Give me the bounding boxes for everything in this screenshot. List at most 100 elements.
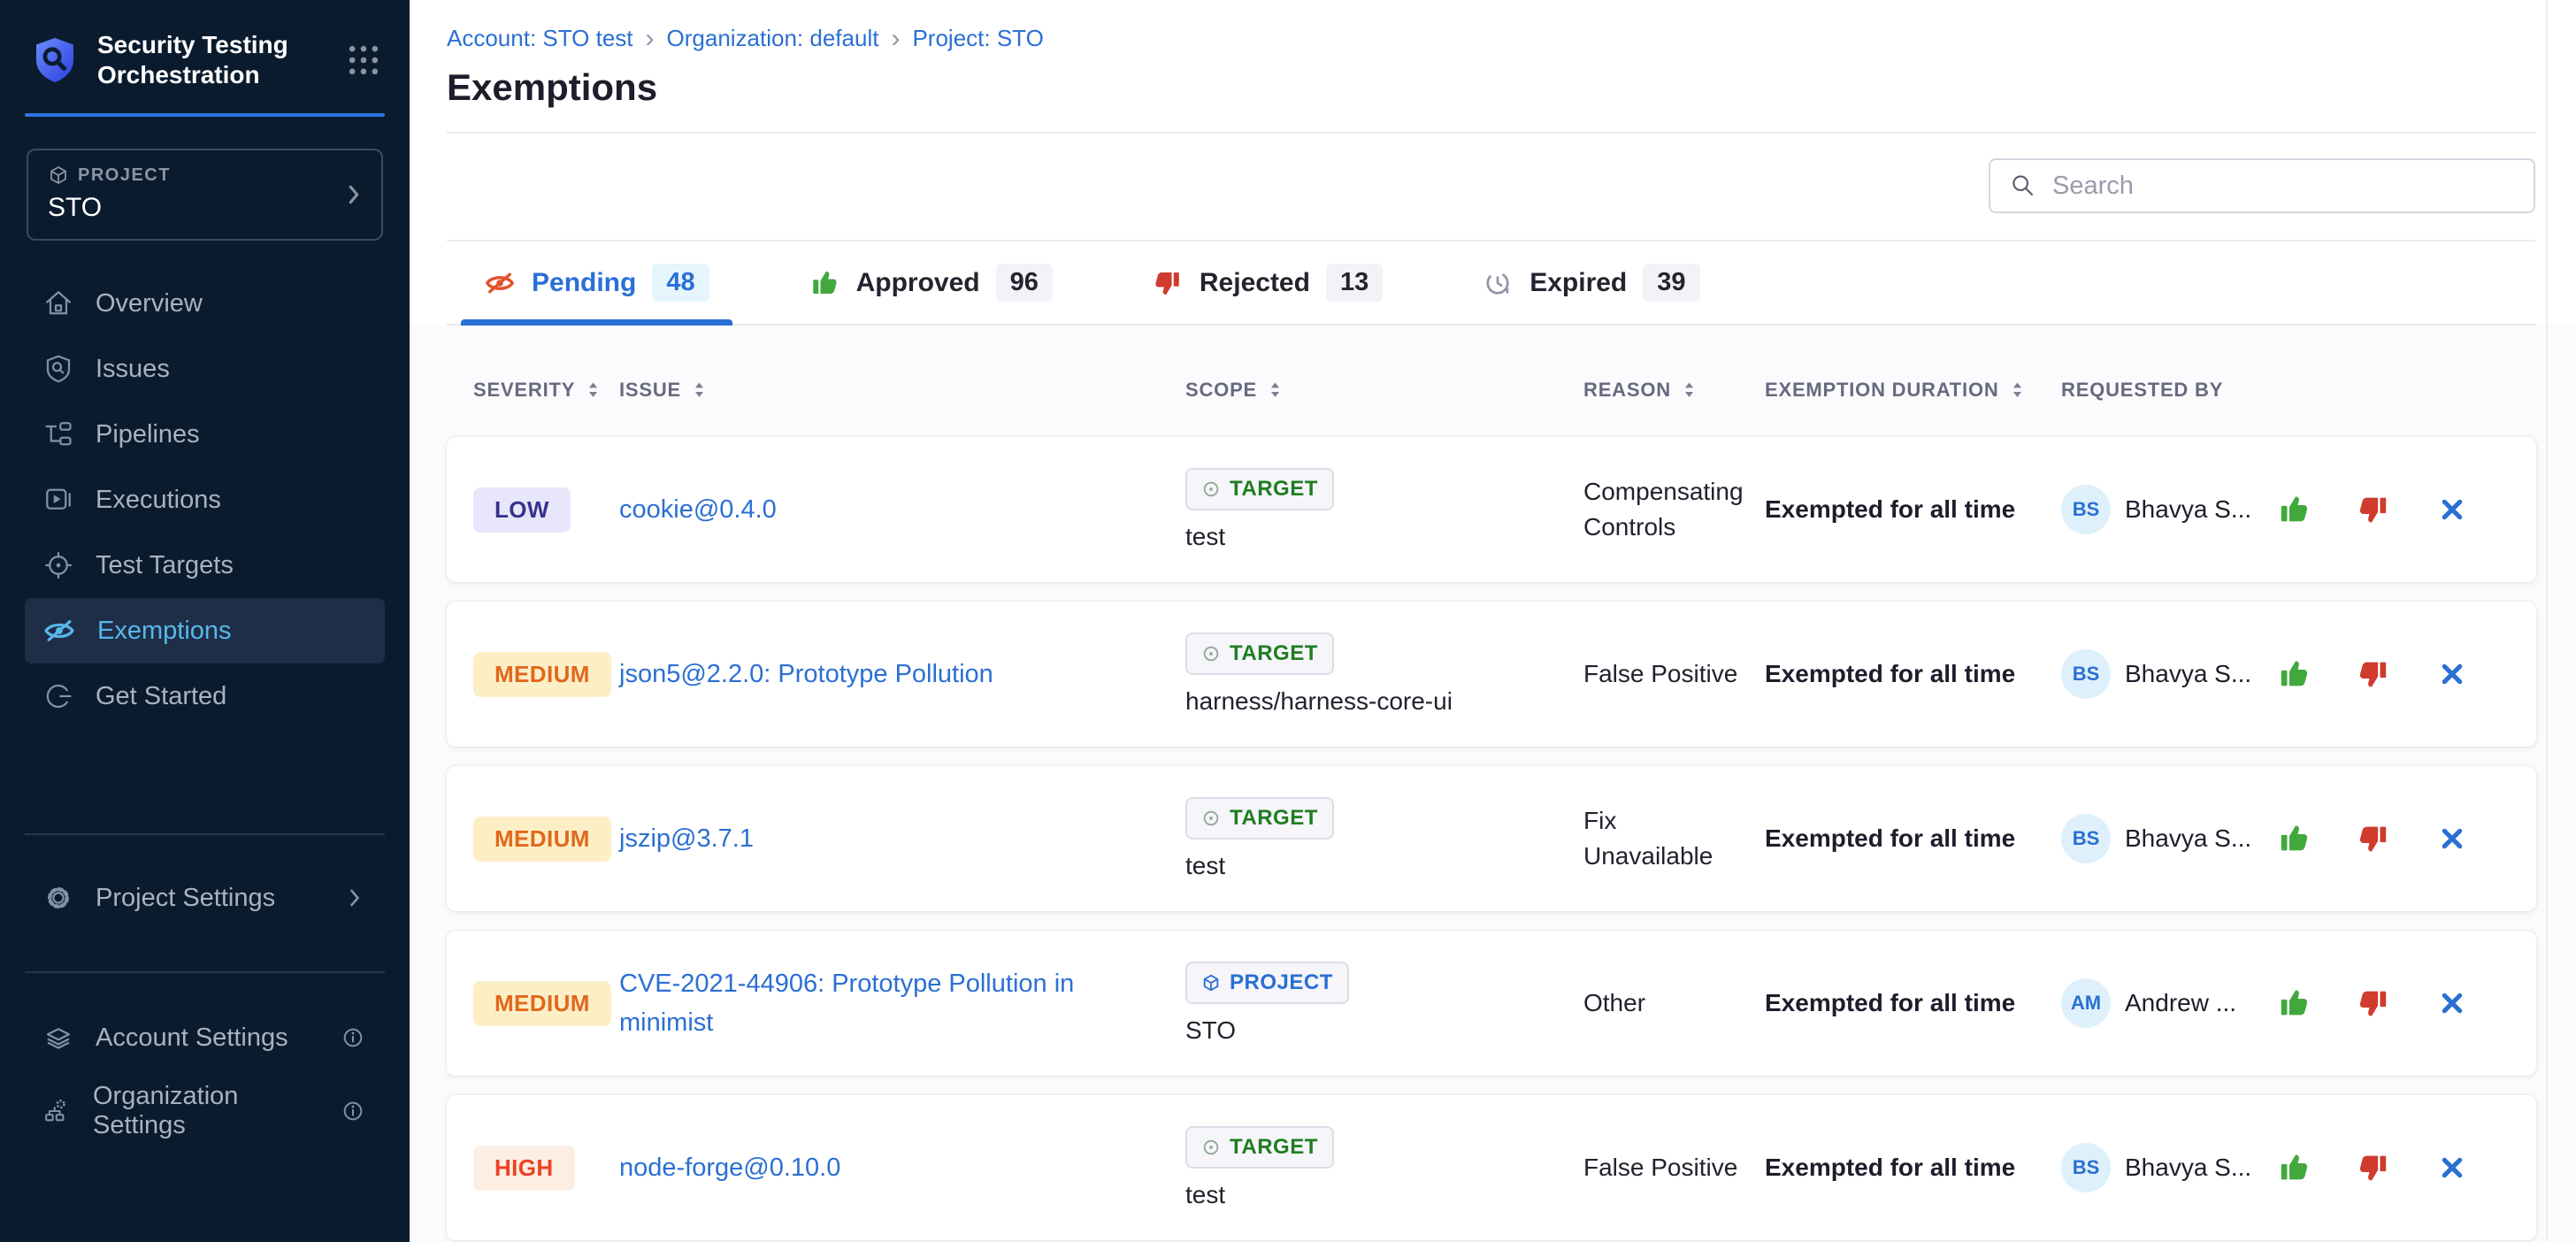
sidebar-item-get-started[interactable]: Get Started xyxy=(25,663,385,729)
sort-icon[interactable] xyxy=(586,380,601,401)
avatar: BS xyxy=(2061,1143,2111,1192)
sort-icon[interactable] xyxy=(1268,380,1283,401)
reason-text: Other xyxy=(1583,985,1765,1021)
page-header: Account: STO test › Organization: defaul… xyxy=(447,0,2535,134)
sidebar-item-label: Project Settings xyxy=(96,884,275,913)
avatar: BS xyxy=(2061,485,2111,534)
approve-button[interactable] xyxy=(2276,492,2312,527)
reason-text: Fix Unavailable xyxy=(1583,803,1765,874)
approve-button[interactable] xyxy=(2276,656,2312,692)
table-row: MEDIUM json5@2.2.0: Prototype Pollution … xyxy=(447,602,2536,747)
reject-button[interactable] xyxy=(2356,1150,2391,1185)
reject-button[interactable] xyxy=(2356,656,2391,692)
breadcrumb-project[interactable]: Project: STO xyxy=(912,25,1043,52)
exemption-duration-text: Exempted for all time xyxy=(1765,660,2061,688)
sidebar-item-label: Pipelines xyxy=(96,420,200,449)
info-icon[interactable] xyxy=(339,1024,367,1052)
table-body: LOW cookie@0.4.0 TARGET test Compensatin… xyxy=(447,437,2536,1240)
breadcrumb-account[interactable]: Account: STO test xyxy=(447,25,633,52)
avatar: BS xyxy=(2061,649,2111,699)
issue-link[interactable]: json5@2.2.0: Prototype Pollution xyxy=(619,660,993,688)
sort-icon[interactable] xyxy=(2010,380,2025,401)
clock-expired-icon xyxy=(1482,267,1514,299)
scope-type-label: TARGET xyxy=(1230,477,1318,502)
thumbs-up-icon xyxy=(2276,1150,2312,1185)
exemption-duration-text: Exempted for all time xyxy=(1765,1154,2061,1182)
cancel-request-button[interactable] xyxy=(2435,822,2469,855)
sidebar-item-issues[interactable]: Issues xyxy=(25,336,385,402)
cancel-request-button[interactable] xyxy=(2435,657,2469,691)
reason-text: False Positive xyxy=(1583,1150,1765,1185)
close-x-icon xyxy=(2435,1151,2469,1184)
target-icon xyxy=(42,549,74,581)
tab-expired[interactable]: Expired 39 xyxy=(1459,242,1722,324)
cancel-request-button[interactable] xyxy=(2435,986,2469,1020)
reject-button[interactable] xyxy=(2356,821,2391,856)
column-header-severity: SEVERITY xyxy=(447,379,619,402)
column-header-requested-by: REQUESTED BY xyxy=(2061,379,2269,402)
eye-slash-icon xyxy=(484,267,516,299)
tab-count-badge: 48 xyxy=(652,264,709,302)
tab-rejected[interactable]: Rejected 13 xyxy=(1129,242,1406,324)
main-content: Account: STO test › Organization: defaul… xyxy=(410,0,2576,1242)
sort-icon[interactable] xyxy=(1682,380,1697,401)
breadcrumb-organization[interactable]: Organization: default xyxy=(667,25,879,52)
sidebar-item-label: Issues xyxy=(96,355,170,384)
thumbs-down-icon xyxy=(2356,492,2391,527)
module-accent-bar xyxy=(25,113,385,117)
reason-text: Compensating Controls xyxy=(1583,474,1765,545)
approve-button[interactable] xyxy=(2276,985,2312,1021)
scope-badge: TARGET xyxy=(1185,632,1334,675)
sidebar-item-pipelines[interactable]: Pipelines xyxy=(25,402,385,467)
sidebar-header: Security Testing Orchestration xyxy=(0,0,410,113)
reject-button[interactable] xyxy=(2356,985,2391,1021)
exemption-duration-text: Exempted for all time xyxy=(1765,989,2061,1017)
sidebar-divider xyxy=(25,971,385,973)
severity-badge: LOW xyxy=(473,487,571,533)
sidebar-item-exemptions[interactable]: Exemptions xyxy=(25,598,385,663)
search-input[interactable] xyxy=(2052,172,2516,201)
sidebar-item-executions[interactable]: Executions xyxy=(25,467,385,533)
thumbs-down-icon xyxy=(2356,821,2391,856)
close-x-icon xyxy=(2435,657,2469,691)
sidebar-item-overview[interactable]: Overview xyxy=(25,271,385,336)
approve-button[interactable] xyxy=(2276,1150,2312,1185)
sidebar-item-organization-settings[interactable]: Organization Settings xyxy=(25,1078,385,1144)
eye-slash-icon xyxy=(42,614,76,648)
close-x-icon xyxy=(2435,822,2469,855)
org-chart-gear-icon xyxy=(42,1095,72,1127)
breadcrumb-separator: › xyxy=(646,27,655,50)
sidebar-nav: Overview Issues Pipelines Executions xyxy=(0,271,410,1144)
scope-type-label: TARGET xyxy=(1230,641,1318,666)
scope-type-label: TARGET xyxy=(1230,1135,1318,1160)
scope-type-label: TARGET xyxy=(1230,806,1318,831)
cancel-request-button[interactable] xyxy=(2435,1151,2469,1184)
pipelines-icon xyxy=(42,418,74,450)
scope-name: test xyxy=(1185,852,1225,880)
approve-button[interactable] xyxy=(2276,821,2312,856)
issue-link[interactable]: CVE-2021-44906: Prototype Pollution in m… xyxy=(619,970,1074,1037)
tab-pending[interactable]: Pending 48 xyxy=(461,242,732,324)
issue-link[interactable]: node-forge@0.10.0 xyxy=(619,1154,840,1182)
project-selector[interactable]: PROJECT STO xyxy=(27,149,383,241)
sidebar-item-label: Executions xyxy=(96,486,221,515)
table-row: MEDIUM CVE-2021-44906: Prototype Polluti… xyxy=(447,931,2536,1076)
search-section xyxy=(447,134,2535,242)
issue-link[interactable]: jszip@3.7.1 xyxy=(619,824,754,853)
sidebar-item-account-settings[interactable]: Account Settings xyxy=(25,1005,385,1070)
cancel-request-button[interactable] xyxy=(2435,493,2469,526)
requested-by-name: Andrew ... xyxy=(2125,989,2236,1017)
sidebar-item-label: Organization Settings xyxy=(93,1082,318,1140)
tab-approved[interactable]: Approved 96 xyxy=(786,242,1076,324)
tab-label: Expired xyxy=(1530,268,1627,298)
reject-button[interactable] xyxy=(2356,492,2391,527)
app-title: Security Testing Orchestration xyxy=(97,30,301,90)
app-grid-icon[interactable] xyxy=(344,41,383,80)
thumbs-up-icon xyxy=(809,267,840,299)
info-icon[interactable] xyxy=(339,1097,367,1125)
severity-badge: MEDIUM xyxy=(473,652,611,697)
sort-icon[interactable] xyxy=(692,380,707,401)
sidebar-item-test-targets[interactable]: Test Targets xyxy=(25,533,385,598)
issue-link[interactable]: cookie@0.4.0 xyxy=(619,495,777,524)
sidebar-item-project-settings[interactable]: Project Settings xyxy=(25,865,385,931)
